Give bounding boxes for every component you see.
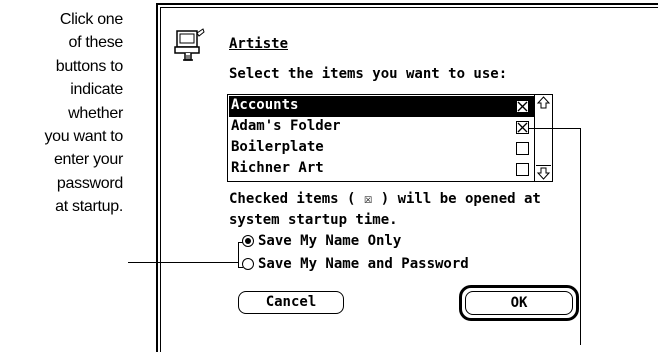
callout-leader-lines bbox=[128, 128, 581, 345]
